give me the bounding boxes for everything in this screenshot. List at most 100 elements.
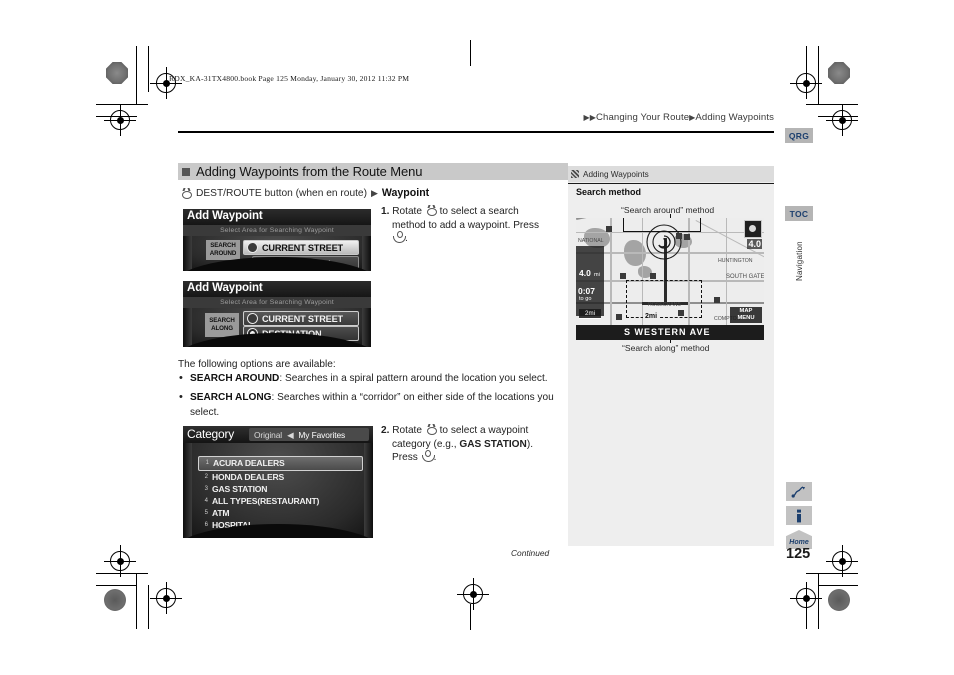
map-road <box>726 218 728 325</box>
map-area-label: NATIONAL <box>578 238 604 244</box>
header-rule <box>178 131 774 133</box>
list-item-label: ACURA DEALERS <box>213 458 285 469</box>
info-icon[interactable] <box>786 506 812 525</box>
step-2-bold: GAS STATION <box>459 438 527 450</box>
list-item-label: ATM <box>212 508 230 519</box>
step-2-number: 2. <box>381 425 390 436</box>
options-bullet-list: SEARCH AROUND: Searches in a spiral patt… <box>178 371 560 425</box>
screenshot-add-waypoint-search-along: Add Waypoint Select Area for Searching W… <box>183 281 371 347</box>
map-menu-line2: MENU <box>737 315 755 321</box>
crop-line <box>806 573 858 575</box>
crop-line <box>136 573 138 629</box>
step-2-text-a: Rotate <box>392 425 422 436</box>
list-item: SEARCH AROUND: Searches in a spiral patt… <box>178 371 560 386</box>
press-dial-icon <box>421 450 435 463</box>
map-distance-unit: mi <box>594 272 600 278</box>
step-2: 2. Rotate to select a waypoint category … <box>381 424 549 465</box>
map-compass-icon[interactable] <box>744 220 762 238</box>
route-icon[interactable] <box>786 482 812 501</box>
screen-left-band <box>183 443 192 538</box>
chevron-left-icon[interactable]: ◀ <box>287 430 293 440</box>
map-area-label: ROSECRANS <box>648 302 681 308</box>
option-current-street[interactable]: CURRENT STREET <box>243 240 359 255</box>
search-tag-line1: SEARCH <box>210 242 236 249</box>
map-time-value: 0:07 <box>578 286 596 296</box>
registration-mark <box>104 104 136 136</box>
search-along-tag: SEARCH ALONG <box>205 313 239 337</box>
screenshot-add-waypoint-search-around: Add Waypoint Select Area for Searching W… <box>183 209 371 271</box>
crop-line <box>818 585 858 587</box>
bullet-term-1: SEARCH AROUND <box>190 373 280 384</box>
map-illustration: 2mi NATIONAL HUNTINGTON SOUTH GATE COMPT… <box>576 218 764 340</box>
tab-qrg[interactable]: QRG <box>785 128 813 143</box>
map-poi <box>616 314 622 320</box>
crop-line <box>96 104 148 106</box>
map-poi <box>714 297 720 303</box>
category-tab-original[interactable]: Original <box>254 430 282 440</box>
map-distance-value: 4.0 <box>579 268 591 278</box>
info-icon-glyph <box>797 509 801 522</box>
map-poi <box>620 273 626 279</box>
list-item[interactable]: 5 ATM <box>198 507 363 519</box>
list-item: SEARCH ALONG: Searches within a “corrido… <box>178 390 560 420</box>
category-tab-my-favorites[interactable]: My Favorites <box>298 430 345 440</box>
map-menu-line1: MAP <box>739 308 753 314</box>
map-top-callout-box <box>623 218 701 232</box>
bullet-desc-1: : Searches in a spiral pattern around th… <box>279 373 548 384</box>
map-street-label: S WESTERN AVE <box>624 327 711 337</box>
search-tag-line1: SEARCH <box>209 317 235 324</box>
list-item-number: 3 <box>204 485 208 492</box>
step-1-number: 1. <box>381 206 390 217</box>
crop-line <box>818 573 820 629</box>
note-marker-icon <box>571 170 579 178</box>
list-item[interactable]: 2 HONDA DEALERS <box>198 471 363 483</box>
registration-mark <box>457 578 489 610</box>
registration-mark <box>826 104 858 136</box>
map-poi <box>676 233 682 239</box>
crop-line <box>148 585 150 629</box>
radio-current-street[interactable] <box>247 313 258 324</box>
route-icon-glyph <box>791 485 805 498</box>
category-tab-switcher[interactable]: Original ◀ My Favorites <box>249 428 369 441</box>
breadcrumb: ▶▶Changing Your Route▶Adding Waypoints <box>584 112 775 123</box>
tab-toc[interactable]: TOC <box>785 206 813 221</box>
continued-label: Continued <box>511 548 550 558</box>
breadcrumb-part-1: Changing Your Route <box>596 112 690 123</box>
press-dial-icon <box>392 231 406 244</box>
corridor-scale-label: 2mi <box>643 313 660 320</box>
list-item[interactable]: 4 ALL TYPES(RESTAURANT) <box>198 495 363 507</box>
crop-line <box>806 104 858 106</box>
option-current-street-label: CURRENT STREET <box>262 242 343 253</box>
color-bar-patch <box>828 589 850 611</box>
list-item[interactable]: 3 GAS STATION <box>198 483 363 495</box>
menu-path-arrow-icon: ▶ <box>371 187 378 198</box>
bullet-term-2: SEARCH ALONG <box>190 392 272 404</box>
screen-right-band <box>364 443 373 538</box>
map-poi <box>678 310 684 316</box>
crop-line <box>96 585 137 587</box>
map-poi <box>650 273 656 279</box>
color-bar-patch <box>104 589 126 611</box>
crop-line <box>96 573 148 575</box>
menu-path-target: Waypoint <box>381 187 430 199</box>
list-item-number: 5 <box>204 510 208 517</box>
map-area-label: SOUTH GATE <box>726 274 764 280</box>
radio-current-street[interactable] <box>247 242 258 253</box>
map-top-right-distance: 4.0 <box>747 239 762 249</box>
registration-mark <box>150 582 182 614</box>
side-note-header-text: Adding Waypoints <box>583 169 649 179</box>
color-bar-patch <box>106 62 128 84</box>
crop-line <box>470 604 472 630</box>
bullet-square-icon <box>182 167 190 176</box>
color-bar-patch <box>828 62 850 84</box>
caption-search-around: “Search around” method <box>621 205 715 215</box>
side-note-rule <box>568 183 774 185</box>
menu-path: DEST/ROUTE button (when en route) ▶ Wayp… <box>180 187 429 199</box>
screen-right-band <box>362 308 371 347</box>
option-current-street[interactable]: CURRENT STREET <box>243 311 359 326</box>
list-item[interactable]: 1 ACURA DEALERS <box>198 456 363 471</box>
map-menu-button[interactable]: MAP MENU <box>730 307 762 323</box>
step-1: 1. Rotate to select a search method to a… <box>381 205 549 246</box>
category-screen-title: Category <box>187 427 235 441</box>
registration-mark <box>104 545 136 577</box>
